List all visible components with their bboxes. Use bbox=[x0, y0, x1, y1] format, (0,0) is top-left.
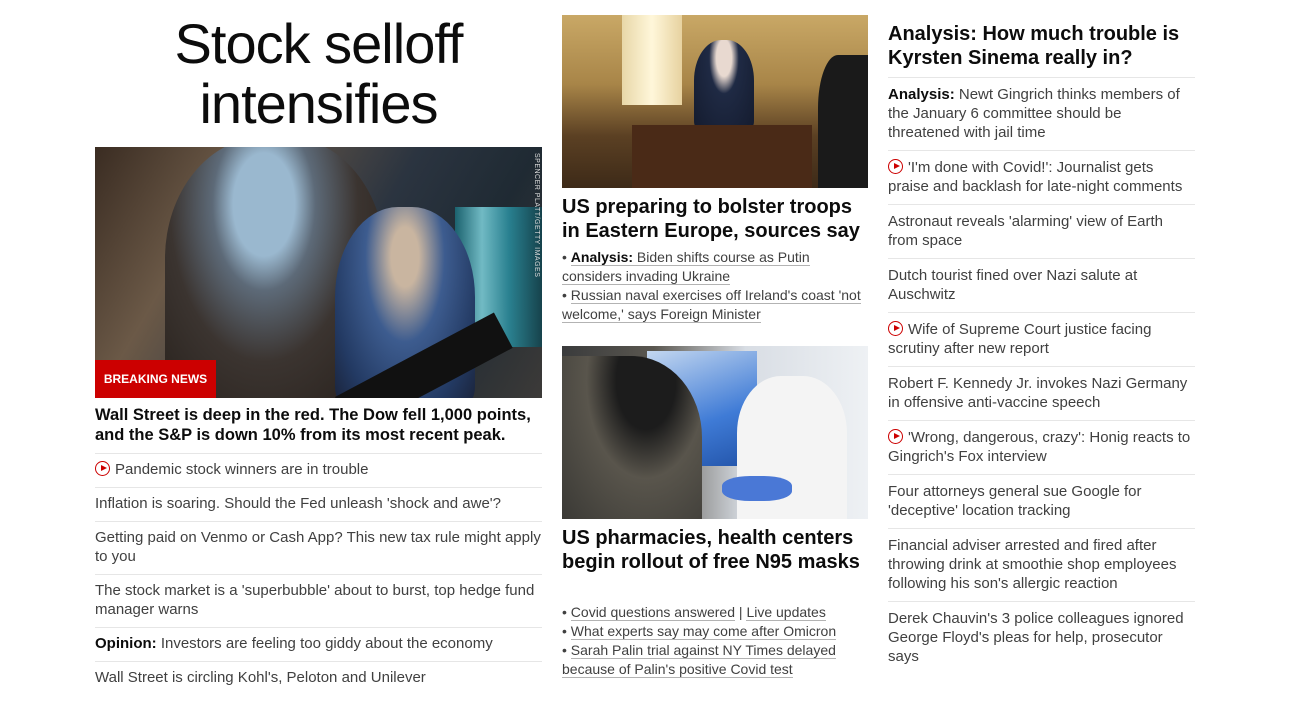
masks-related-links: • Covid questions answered | Live update… bbox=[562, 603, 868, 679]
play-circle-icon bbox=[888, 429, 903, 444]
item-text: 'Wrong, dangerous, crazy': Honig reacts … bbox=[888, 429, 1191, 465]
story-image-oval-office[interactable] bbox=[562, 15, 868, 188]
item-text: Four attorneys general sue Google for 'd… bbox=[888, 483, 1142, 519]
list-item[interactable]: Pandemic stock winners are in trouble bbox=[95, 453, 542, 487]
play-circle-icon bbox=[888, 159, 903, 174]
left-story-list: Pandemic stock winners are in trouble Inf… bbox=[95, 453, 542, 695]
list-item[interactable]: Wall Street is circling Kohl's, Peloton … bbox=[95, 661, 542, 695]
related-link[interactable]: • Russian naval exercises off Ireland's … bbox=[562, 286, 868, 324]
link-text: What experts say may come after Omicron bbox=[570, 623, 837, 640]
lead-summary[interactable]: Wall Street is deep in the red. The Dow … bbox=[95, 405, 542, 445]
separator: | bbox=[735, 604, 747, 620]
list-item[interactable]: 'I'm done with Covid!': Journalist gets … bbox=[888, 150, 1195, 204]
link-text: Russian naval exercises off Ireland's co… bbox=[562, 287, 861, 323]
list-item[interactable]: Derek Chauvin's 3 police colleagues igno… bbox=[888, 601, 1195, 674]
story-image-pharmacy[interactable] bbox=[562, 346, 868, 519]
item-text: Dutch tourist fined over Nazi salute at … bbox=[888, 267, 1138, 303]
link-text: Sarah Palin trial against NY Times delay… bbox=[562, 642, 836, 678]
list-item[interactable]: Astronaut reveals 'alarming' view of Ear… bbox=[888, 204, 1195, 258]
item-prefix: Opinion: bbox=[95, 635, 157, 652]
item-prefix: Analysis: bbox=[888, 86, 955, 103]
right-headline[interactable]: Analysis: How much trouble is Kyrsten Si… bbox=[888, 22, 1195, 70]
play-circle-icon bbox=[888, 321, 903, 336]
list-item[interactable]: Opinion: Investors are feeling too giddy… bbox=[95, 627, 542, 661]
standing-figure bbox=[818, 55, 868, 188]
item-text: Wife of Supreme Court justice facing scr… bbox=[888, 321, 1152, 357]
item-text: The stock market is a 'superbubble' abou… bbox=[95, 582, 535, 618]
live-updates-link[interactable]: Live updates bbox=[746, 604, 826, 621]
right-story-list: Analysis: Newt Gingrich thinks members o… bbox=[888, 77, 1195, 674]
customer-figure bbox=[562, 356, 702, 519]
item-text: Getting paid on Venmo or Cash App? This … bbox=[95, 529, 541, 565]
covid-questions-link[interactable]: Covid questions answered bbox=[570, 604, 736, 621]
main-headline[interactable]: Stock selloff intensifies bbox=[95, 14, 542, 134]
item-text: Financial adviser arrested and fired aft… bbox=[888, 537, 1177, 592]
hero-image[interactable]: SPENCER PLATT/GETTY IMAGES BREAKING NEWS bbox=[95, 147, 542, 398]
list-item[interactable]: Getting paid on Venmo or Cash App? This … bbox=[95, 521, 542, 574]
list-item[interactable]: Inflation is soaring. Should the Fed unl… bbox=[95, 487, 542, 521]
list-item[interactable]: The stock market is a 'superbubble' abou… bbox=[95, 574, 542, 627]
item-text: Investors are feeling too giddy about th… bbox=[156, 635, 493, 652]
related-link[interactable]: • Sarah Palin trial against NY Times del… bbox=[562, 641, 868, 679]
list-item[interactable]: Dutch tourist fined over Nazi salute at … bbox=[888, 258, 1195, 312]
item-text: Derek Chauvin's 3 police colleagues igno… bbox=[888, 610, 1184, 665]
list-item[interactable]: Robert F. Kennedy Jr. invokes Nazi Germa… bbox=[888, 366, 1195, 420]
seated-figure bbox=[694, 40, 754, 130]
list-item[interactable]: Wife of Supreme Court justice facing scr… bbox=[888, 312, 1195, 366]
related-link-row: • Covid questions answered | Live update… bbox=[562, 604, 826, 621]
item-text: 'I'm done with Covid!': Journalist gets … bbox=[888, 159, 1183, 195]
related-link[interactable]: • Analysis: Biden shifts course as Putin… bbox=[562, 248, 868, 286]
story-headline-masks[interactable]: US pharmacies, health centers begin roll… bbox=[562, 526, 868, 574]
item-text: Inflation is soaring. Should the Fed unl… bbox=[95, 495, 501, 512]
item-text: Wall Street is circling Kohl's, Peloton … bbox=[95, 669, 426, 686]
breaking-news-badge: BREAKING NEWS bbox=[95, 360, 216, 398]
gloves bbox=[722, 476, 792, 501]
item-text: Astronaut reveals 'alarming' view of Ear… bbox=[888, 213, 1164, 249]
play-circle-icon bbox=[95, 461, 110, 476]
item-text: Robert F. Kennedy Jr. invokes Nazi Germa… bbox=[888, 375, 1188, 411]
photo-credit: SPENCER PLATT/GETTY IMAGES bbox=[533, 153, 540, 278]
window bbox=[622, 15, 682, 105]
list-item[interactable]: Financial adviser arrested and fired aft… bbox=[888, 528, 1195, 601]
item-text: Pandemic stock winners are in trouble bbox=[115, 461, 369, 478]
link-prefix: Analysis: bbox=[570, 249, 634, 265]
related-link[interactable]: • What experts say may come after Omicro… bbox=[562, 622, 868, 641]
story-headline-troops[interactable]: US preparing to bolster troops in Easter… bbox=[562, 195, 868, 243]
list-item[interactable]: Four attorneys general sue Google for 'd… bbox=[888, 474, 1195, 528]
desk bbox=[632, 125, 812, 188]
list-item[interactable]: 'Wrong, dangerous, crazy': Honig reacts … bbox=[888, 420, 1195, 474]
list-item[interactable]: Analysis: Newt Gingrich thinks members o… bbox=[888, 77, 1195, 150]
troops-related-links: • Analysis: Biden shifts course as Putin… bbox=[562, 248, 868, 324]
